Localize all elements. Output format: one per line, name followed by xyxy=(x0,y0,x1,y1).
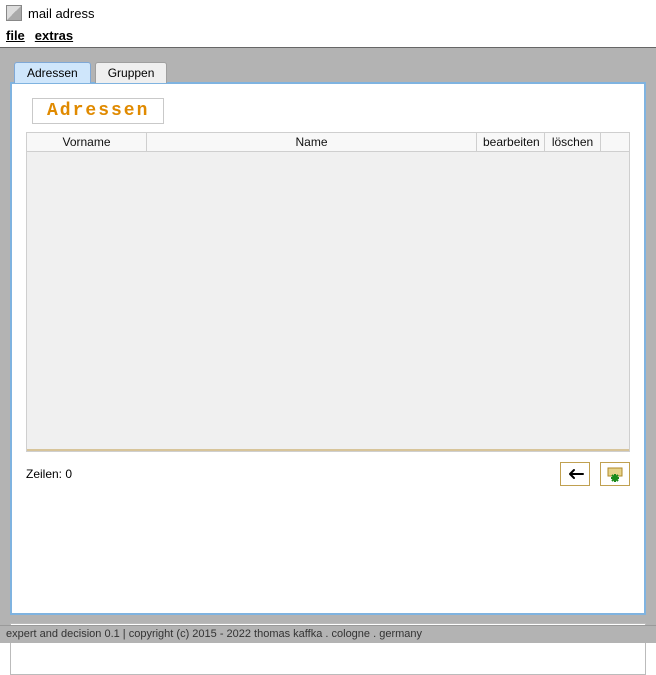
col-vorname[interactable]: Vorname xyxy=(27,133,147,152)
tab-gruppen[interactable]: Gruppen xyxy=(95,62,168,83)
grid-body xyxy=(27,152,629,451)
workspace: Adressen Gruppen Adressen Vorname Name b… xyxy=(0,48,656,625)
tabstrip: Adressen Gruppen xyxy=(10,62,646,83)
back-button[interactable] xyxy=(560,462,590,486)
col-bearbeiten[interactable]: bearbeiten xyxy=(477,133,545,152)
col-loeschen[interactable]: löschen xyxy=(545,133,601,152)
tab-adressen[interactable]: Adressen xyxy=(14,62,91,83)
grid-header: Vorname Name bearbeiten löschen xyxy=(27,133,629,152)
panel-heading: Adressen xyxy=(47,101,149,121)
app-icon xyxy=(6,5,22,21)
action-buttons xyxy=(560,462,630,486)
menubar: file extras xyxy=(0,26,656,48)
menu-extras[interactable]: extras xyxy=(35,28,73,43)
heading-box: Adressen xyxy=(32,98,164,124)
arrow-left-icon xyxy=(566,467,584,481)
window-title: mail adress xyxy=(28,6,94,21)
col-name[interactable]: Name xyxy=(147,133,477,152)
statusbar: expert and decision 0.1 | copyright (c) … xyxy=(0,625,656,643)
row-count-label: Zeilen: 0 xyxy=(26,467,72,481)
add-star-icon xyxy=(606,466,624,482)
add-button[interactable] xyxy=(600,462,630,486)
panel-footer: Zeilen: 0 xyxy=(26,452,630,486)
titlebar: mail adress xyxy=(0,0,656,26)
menu-file[interactable]: file xyxy=(6,28,25,43)
main-panel: Adressen Vorname Name bearbeiten löschen… xyxy=(10,82,646,615)
address-grid: Vorname Name bearbeiten löschen xyxy=(26,132,630,452)
col-spacer xyxy=(601,133,629,152)
